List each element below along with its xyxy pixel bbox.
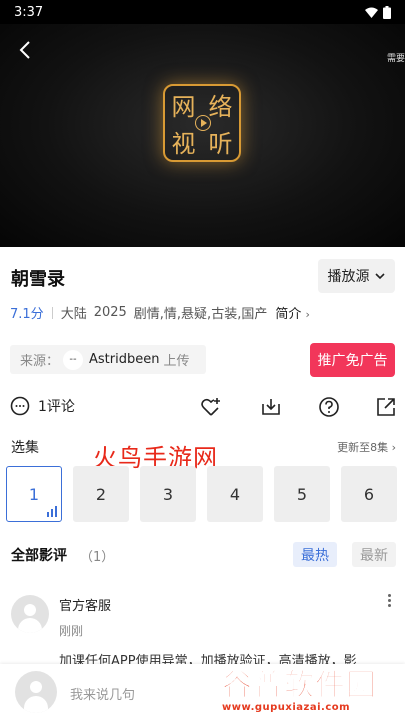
episode-number: 2: [95, 484, 107, 504]
reviews-title: 全部影评: [11, 548, 67, 564]
video-region: 大陆: [60, 307, 87, 322]
video-year: 2025: [93, 305, 127, 320]
episode-button-3[interactable]: 3: [140, 466, 196, 522]
intro-link[interactable]: 简介 ›: [275, 303, 310, 322]
meta-divider: [51, 306, 53, 319]
back-arrow-icon[interactable]: [14, 38, 38, 62]
episode-button-6[interactable]: 6: [341, 466, 397, 522]
avatar[interactable]: [11, 595, 49, 633]
video-meta: 7.1分 大陆 2025 剧情,情,悬疑,古装,国产 简介 ›: [10, 303, 310, 322]
episodes-title: 选集: [11, 440, 39, 456]
logo-char: 视: [171, 130, 196, 158]
episode-button-1[interactable]: 1: [6, 466, 62, 522]
video-genres: 剧情,情,悬疑,古装,国产: [133, 307, 268, 322]
episode-button-2[interactable]: 2: [73, 466, 129, 522]
user-avatar: [15, 671, 57, 713]
status-bar: 3:37: [0, 0, 405, 24]
intro-label: 简介: [275, 307, 302, 322]
chevron-right-icon: ›: [305, 308, 310, 321]
favorite-plus-icon[interactable]: [200, 396, 222, 418]
episode-number: 5: [296, 484, 308, 504]
episode-button-5[interactable]: 5: [274, 466, 330, 522]
uploader-source: 来源： -- Astridbeen 上传: [10, 345, 206, 374]
video-player[interactable]: 需要 网 络 视 听: [0, 24, 405, 247]
uploader-name: Astridbeen: [89, 352, 160, 367]
episode-update-link[interactable]: 更新至8集 ›: [337, 439, 396, 455]
more-vertical-icon[interactable]: [388, 594, 394, 609]
play-source-label: 播放源: [327, 269, 370, 285]
help-icon[interactable]: [318, 396, 340, 418]
episode-number: 1: [28, 484, 40, 504]
site-watermark-name: 谷普软件园: [222, 668, 377, 703]
remove-ads-button[interactable]: 推广免广告: [310, 343, 395, 377]
site-watermark: 谷普软件园 www.gupuxiazai.com: [222, 668, 405, 720]
channel-logo: 网 络 视 听: [163, 84, 241, 162]
comment-button[interactable]: 1评论: [10, 396, 75, 416]
episode-button-4[interactable]: 4: [207, 466, 263, 522]
episode-update-text: 更新至8集: [337, 441, 389, 454]
source-prefix: 来源：: [20, 354, 60, 369]
tab-newest[interactable]: 最新: [352, 542, 396, 567]
episode-number: 6: [363, 484, 375, 504]
episode-number: 3: [162, 484, 174, 504]
video-detail-screen: 3:37 需要 网 络 视 听 朝雪录 播放源 7.1分 大陆 2025 剧情,…: [0, 0, 405, 720]
review-author[interactable]: 官方客服: [59, 595, 111, 614]
review-time: 刚刚: [59, 624, 84, 638]
video-title: 朝雪录: [11, 269, 65, 290]
video-score: 7.1分: [10, 307, 44, 322]
player-hint: 需要: [386, 54, 405, 64]
play-icon: [195, 115, 211, 131]
uploader-avatar: --: [63, 349, 84, 370]
action-row: 1评论: [10, 396, 395, 420]
share-icon[interactable]: [375, 396, 397, 418]
episode-list: 1 2 3 4 5 6: [6, 466, 397, 522]
comment-input[interactable]: 我来说几句: [70, 684, 135, 703]
play-source-button[interactable]: 播放源: [318, 259, 395, 293]
tab-hottest[interactable]: 最热: [293, 542, 337, 567]
wifi-icon: [365, 7, 378, 18]
chevron-right-icon: ›: [391, 441, 396, 454]
download-icon[interactable]: [260, 396, 282, 418]
battery-icon: [383, 5, 391, 19]
comment-count: 1评论: [38, 399, 75, 415]
status-icons: [365, 5, 391, 19]
playing-bars-icon: [47, 506, 57, 517]
episode-number: 4: [229, 484, 241, 504]
comment-icon: [10, 396, 30, 416]
uploader-suffix: 上传: [163, 354, 190, 369]
status-time: 3:37: [14, 4, 44, 20]
reviews-count: （1）: [80, 550, 115, 565]
chevron-down-icon: [374, 273, 385, 280]
site-watermark-url: www.gupuxiazai.com: [222, 702, 351, 713]
